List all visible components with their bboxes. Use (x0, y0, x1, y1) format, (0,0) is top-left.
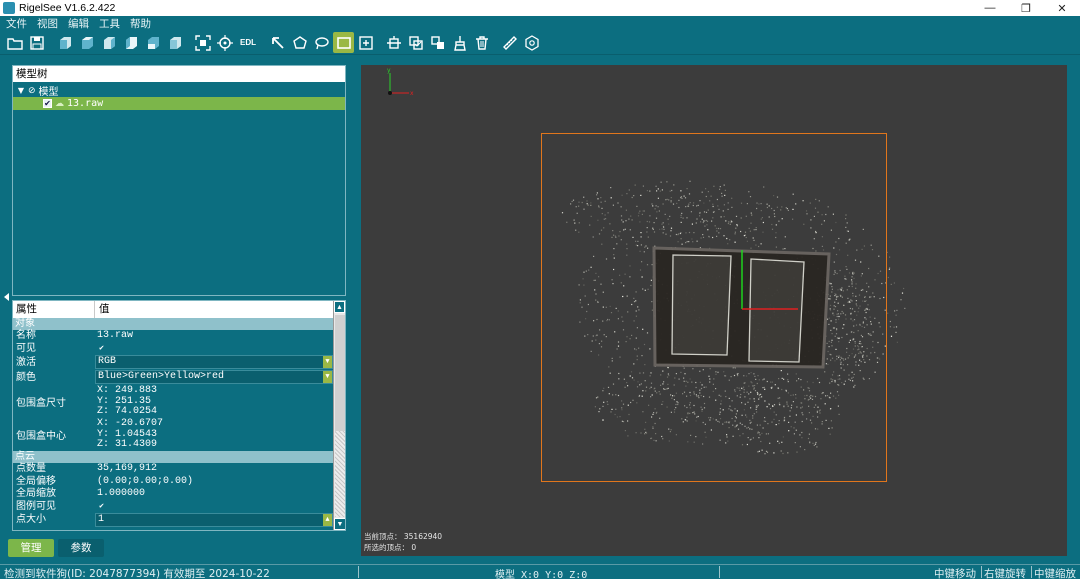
center-target-icon[interactable] (214, 32, 235, 53)
scroll-down-icon[interactable]: ▼ (334, 518, 345, 530)
expand-arrow-icon[interactable]: ▼ (16, 86, 26, 95)
prop-row-activate: 激活 RGB ▼ (13, 355, 333, 370)
polygon-select-icon[interactable] (289, 32, 310, 53)
save-icon[interactable] (26, 32, 47, 53)
tab-params[interactable]: 参数 (58, 539, 104, 557)
properties-scrollbar[interactable]: ▲ ▼ (333, 301, 345, 530)
menu-view[interactable]: 视图 (37, 16, 58, 31)
spin-arrow-icon[interactable]: ▲ (323, 514, 332, 526)
collapse-panel-icon[interactable] (4, 293, 9, 301)
view-front-icon[interactable] (54, 32, 75, 53)
minimize-button[interactable]: — (972, 0, 1008, 16)
prop-row-point-size: 点大小 1 ▲ (13, 513, 333, 527)
clean-icon[interactable] (449, 32, 470, 53)
app-logo-icon (3, 2, 15, 14)
section-point-cloud: 点云 (13, 451, 333, 463)
bounding-box (541, 133, 887, 482)
value-column-header: 值 (99, 303, 110, 315)
tree-root-label: 模型 (38, 87, 59, 98)
selected-vertex-info: 所选的顶点： 0 (364, 543, 417, 552)
menu-file[interactable]: 文件 (6, 16, 27, 31)
tree-child-label: 13.raw (67, 98, 104, 109)
prop-row-visible: 可见 ✔ (13, 343, 333, 356)
properties-header: 属性 值 (13, 301, 345, 318)
hint-right-rotate: 右键旋转 (984, 568, 1026, 579)
menu-help[interactable]: 帮助 (130, 16, 151, 31)
point-size-spinbox[interactable]: 1 ▲ (95, 513, 333, 527)
window-title: RigelSee V1.6.2.422 (19, 2, 116, 14)
activate-select[interactable]: RGB ▼ (95, 355, 333, 369)
add-box-icon[interactable] (355, 32, 376, 53)
lasso-select-icon[interactable] (311, 32, 332, 53)
title-bar: RigelSee V1.6.2.422 — ❐ ✕ (0, 0, 1080, 16)
edl-label: EDL (240, 38, 256, 47)
coords-status: 模型 X:0 Y:0 Z:0 (495, 570, 588, 579)
edl-icon[interactable]: EDL (236, 32, 260, 53)
prop-row-legend-visible: 图例可见 ✔ (13, 501, 333, 514)
model-group-icon: ⊘ (28, 85, 36, 96)
license-status: 检测到软件狗(ID: 2047877394) 有效期至 2024-10-22 (4, 568, 270, 579)
prop-row-global-shift: 全局偏移 (0.00;0.00;0.00) (16, 475, 194, 487)
model-tree-body: ▼ ⊘ 模型 ✔ ☁ 13.raw (13, 82, 345, 295)
prop-row-color: 颜色 Blue>Green>Yellow>red ▼ (13, 370, 333, 385)
view-left-icon[interactable] (98, 32, 119, 53)
export-selection-icon[interactable] (427, 32, 448, 53)
split-icon[interactable] (383, 32, 404, 53)
settings-cube-icon[interactable] (521, 32, 542, 53)
prop-row-name: 名称 13.raw (16, 330, 134, 341)
hint-middle-move: 中键移动 (934, 568, 976, 579)
section-object: 对象 (13, 318, 333, 330)
hint-middle-zoom: 中键缩放 (1034, 568, 1076, 579)
view-right-icon[interactable] (120, 32, 141, 53)
view-top-icon[interactable] (142, 32, 163, 53)
visible-checkbox[interactable]: ✔ (97, 344, 106, 353)
prop-row-point-count: 点数量 35,169,912 (16, 463, 158, 474)
current-vertex-info: 当前顶点： 35162940 (364, 532, 443, 541)
visibility-checkbox[interactable]: ✔ (43, 99, 52, 108)
menu-bar: 文件 视图 编辑 工具 帮助 (0, 16, 1080, 31)
tree-node-13raw[interactable]: ✔ ☁ 13.raw (13, 97, 345, 110)
close-button[interactable]: ✕ (1044, 0, 1080, 16)
maximize-button[interactable]: ❐ (1008, 0, 1044, 16)
attr-column-header: 属性 (13, 301, 95, 318)
properties-panel: 属性 值 对象 名称 13.raw 可见 ✔ 激活 RGB ▼ 颜色 Blue>… (12, 300, 346, 531)
merge-icon[interactable] (405, 32, 426, 53)
legend-checkbox[interactable]: ✔ (97, 502, 106, 511)
menu-tools[interactable]: 工具 (99, 16, 120, 31)
delete-icon[interactable] (471, 32, 492, 53)
toolbar: EDL (0, 31, 1080, 55)
scroll-thumb[interactable] (335, 315, 345, 431)
tree-node-root[interactable]: ▼ ⊘ 模型 (16, 84, 59, 99)
prop-row-bbox-center: 包围盒中心 X: -20.6707 Y: 1.04543 Z: 31.4309 (16, 418, 164, 450)
status-bar: 检测到软件狗(ID: 2047877394) 有效期至 2024-10-22 模… (0, 564, 1080, 579)
scroll-up-icon[interactable]: ▲ (334, 301, 345, 313)
view-back-icon[interactable] (76, 32, 97, 53)
3d-viewport[interactable]: y x 当前顶点： 35162940 所选的顶点： 0 (361, 65, 1067, 556)
point-cloud-icon: ☁ (55, 98, 64, 109)
fit-view-icon[interactable] (192, 32, 213, 53)
dropdown-arrow-icon[interactable]: ▼ (323, 356, 332, 368)
tab-manage[interactable]: 管理 (8, 539, 54, 557)
rect-select-icon[interactable] (333, 32, 354, 53)
dropdown-arrow-icon[interactable]: ▼ (323, 371, 332, 383)
model-tree-header: 模型树 (13, 66, 345, 82)
view-bottom-icon[interactable] (164, 32, 185, 53)
prop-row-global-scale: 全局缩放 1.000000 (16, 488, 146, 499)
color-scale-select[interactable]: Blue>Green>Yellow>red ▼ (95, 370, 333, 384)
open-folder-icon[interactable] (4, 32, 25, 53)
menu-edit[interactable]: 编辑 (68, 16, 89, 31)
model-tree-panel: 模型树 ▼ ⊘ 模型 ✔ ☁ 13.raw (12, 65, 346, 296)
pointer-icon[interactable] (267, 32, 288, 53)
prop-row-bbox-size: 包围盒尺寸 X: 249.883 Y: 251.35 Z: 74.0254 (16, 385, 158, 417)
measure-icon[interactable] (499, 32, 520, 53)
